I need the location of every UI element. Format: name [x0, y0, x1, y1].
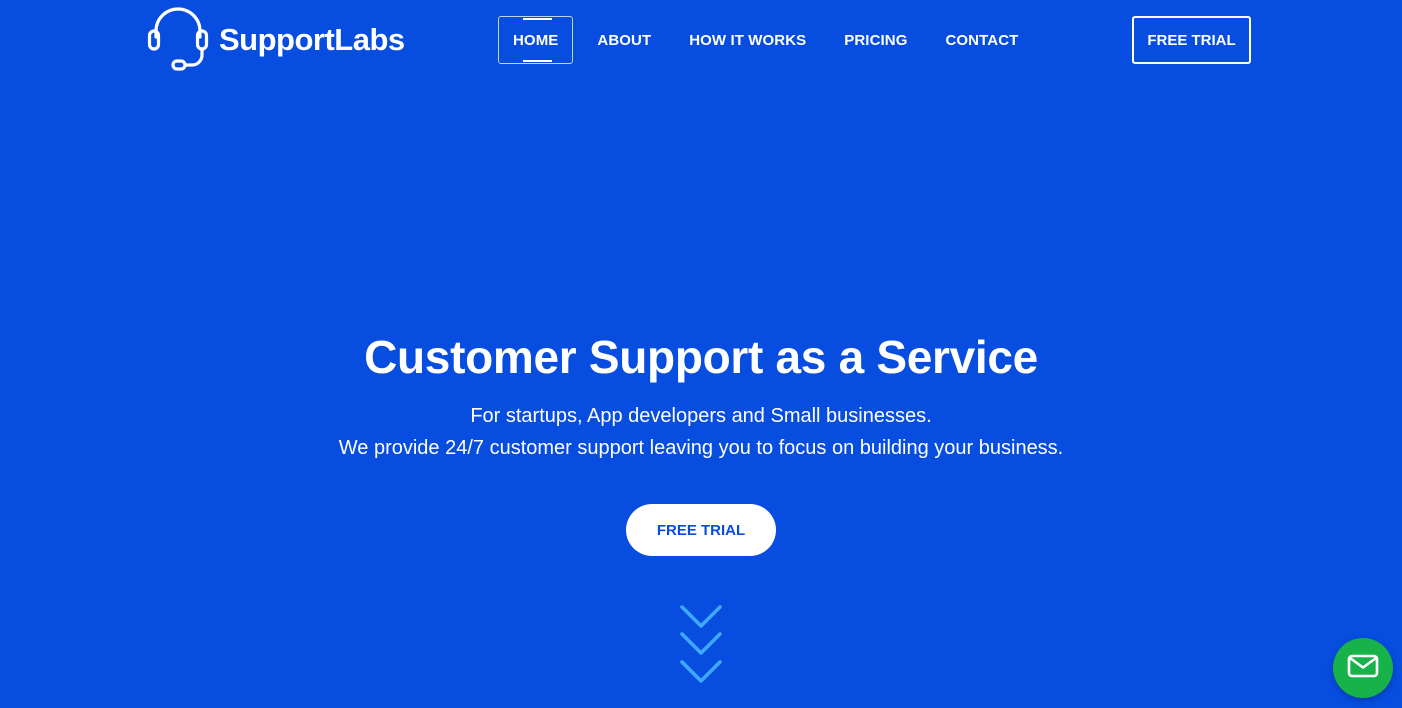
hero-subtitle-line1: For startups, App developers and Small b…	[470, 405, 932, 427]
headset-icon	[147, 7, 209, 73]
landing-page: SupportLabs HOME ABOUT HOW IT WORKS PRIC…	[0, 0, 1402, 708]
nav-about[interactable]: ABOUT	[583, 17, 665, 63]
main-nav: HOME ABOUT HOW IT WORKS PRICING CONTACT	[498, 16, 1032, 64]
contact-mail-button[interactable]	[1333, 638, 1393, 698]
header-free-trial-button[interactable]: FREE TRIAL	[1132, 16, 1251, 64]
nav-home[interactable]: HOME	[498, 16, 574, 64]
mail-icon	[1347, 654, 1379, 683]
hero-subtitle-line2: We provide 24/7 customer support leaving…	[338, 437, 1064, 459]
brand-name: SupportLabs	[219, 21, 405, 57]
nav-contact[interactable]: CONTACT	[931, 17, 1032, 63]
scroll-down-icon[interactable]	[680, 604, 722, 686]
hero-title: Customer Support as a Service	[364, 331, 1038, 383]
nav-pricing[interactable]: PRICING	[830, 17, 921, 63]
hero-free-trial-button[interactable]: FREE TRIAL	[626, 504, 776, 556]
nav-how-it-works[interactable]: HOW IT WORKS	[675, 17, 820, 63]
brand-logo-link[interactable]: SupportLabs	[147, 7, 405, 73]
